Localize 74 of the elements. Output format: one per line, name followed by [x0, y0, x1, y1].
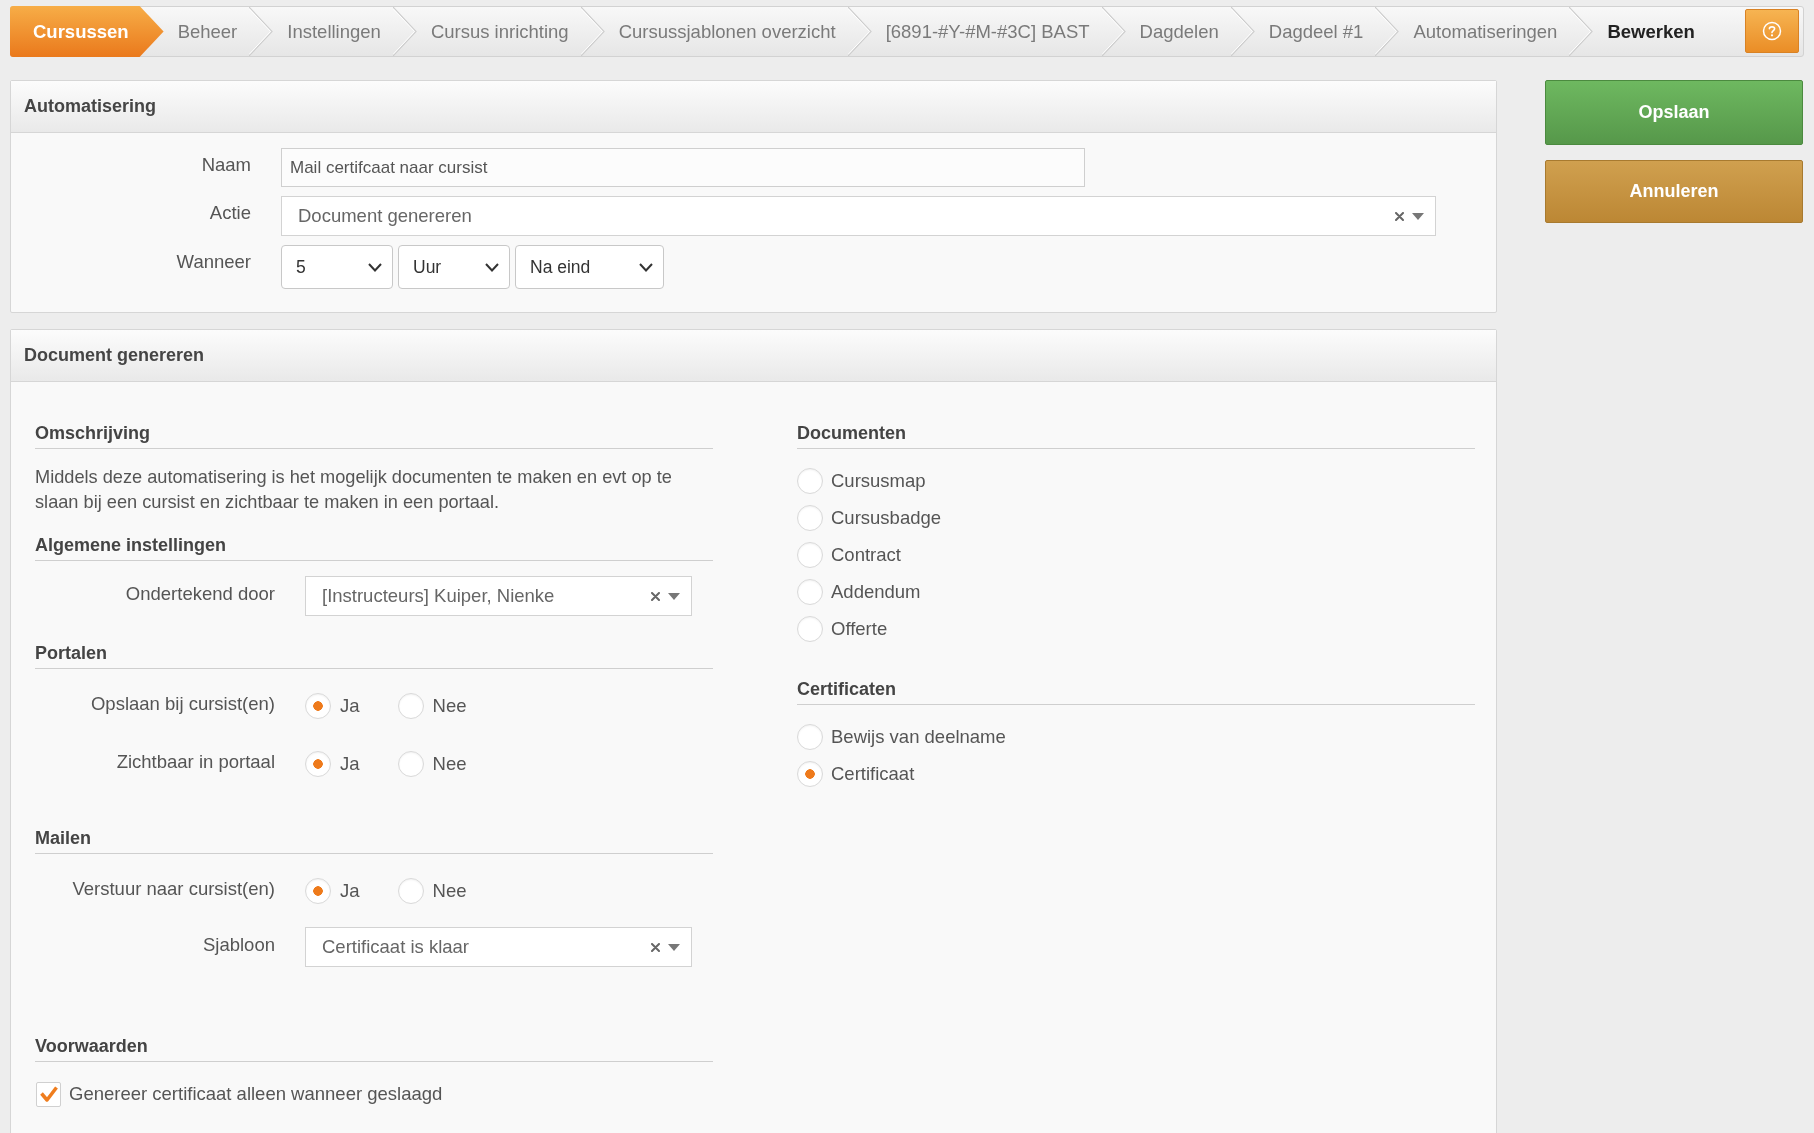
breadcrumb-link[interactable]: Cursussjablonen overzicht: [604, 7, 872, 56]
section-heading: Certificaten: [797, 679, 1475, 705]
field-label: Sjabloon: [202, 933, 275, 956]
radio-button[interactable]: [797, 467, 823, 494]
radio-label[interactable]: Addendum: [831, 580, 921, 603]
caret-down-icon: [1412, 212, 1424, 220]
radio-label[interactable]: Offerte: [831, 617, 888, 640]
radio-label[interactable]: Contract: [831, 543, 901, 566]
breadcrumb-link[interactable]: Dagdelen: [1125, 7, 1255, 56]
radio-label[interactable]: Bewijs van deelname: [831, 725, 1006, 748]
breadcrumb-link[interactable]: Dagdeel #1: [1254, 7, 1400, 56]
radio-button[interactable]: [397, 693, 424, 719]
field-label: Naam: [200, 153, 251, 177]
section-heading: Documenten: [797, 423, 1475, 449]
select-field[interactable]: Na eind: [515, 245, 664, 289]
radio-label[interactable]: Cursusbadge: [831, 506, 942, 529]
caret-down-icon: [668, 943, 680, 951]
panel-title: Document genereren: [11, 330, 1496, 382]
radio-label[interactable]: Ja: [340, 695, 360, 717]
dropdown-field[interactable]: [Instructeurs] Kuiper, Nienke: [305, 576, 692, 616]
breadcrumb-link[interactable]: Cursus inrichting: [416, 7, 605, 56]
radio-button[interactable]: [797, 615, 823, 642]
dropdown-field[interactable]: Document genereren: [281, 196, 1436, 236]
section-heading: Voorwaarden: [35, 1036, 713, 1062]
chevron-down-icon: [368, 262, 382, 272]
name-input[interactable]: Mail certifcaat naar cursist: [281, 148, 1085, 187]
section-heading: Mailen: [35, 828, 713, 854]
section-heading: Algemene instellingen: [35, 535, 713, 561]
field-label: Wanneer: [175, 250, 251, 274]
description-text: Middels deze automatisering is het mogelijk documenten te maken en evt op te slaan bij een cursist en zichtbaar te maken in een portaal.: [35, 466, 673, 514]
section-heading: Portalen: [35, 643, 713, 669]
radio-label[interactable]: Nee: [432, 753, 467, 775]
checkbox[interactable]: [36, 1081, 61, 1107]
breadcrumb-current[interactable]: Bewerken: [1593, 7, 1715, 56]
radio-button[interactable]: [305, 751, 331, 777]
radio-button[interactable]: [797, 578, 823, 605]
field-label: Actie: [208, 201, 251, 225]
radio-label[interactable]: Cursusmap: [831, 469, 926, 492]
radio-label[interactable]: Certificaat: [831, 762, 915, 785]
field-label: Zichtbaar in portaal: [115, 750, 275, 773]
radio-button[interactable]: [797, 541, 823, 568]
radio-label[interactable]: Ja: [340, 880, 360, 902]
field-label: Opslaan bij cursist(en): [89, 692, 275, 715]
help-button[interactable]: [1745, 9, 1799, 53]
select-field[interactable]: 5: [281, 245, 393, 289]
breadcrumb-link[interactable]: [6891-#Y-#M-#3C] BAST: [871, 7, 1126, 56]
radio-label[interactable]: Nee: [432, 695, 467, 717]
close-icon[interactable]: [1395, 211, 1404, 221]
check-icon: [39, 1086, 58, 1102]
chevron-down-icon: [639, 262, 653, 272]
select-field[interactable]: Uur: [398, 245, 510, 289]
radio-button[interactable]: [797, 760, 823, 787]
radio-button[interactable]: [397, 751, 424, 777]
breadcrumb-link[interactable]: Automatiseringen: [1399, 7, 1594, 56]
radio-button[interactable]: [305, 878, 331, 904]
close-icon[interactable]: [651, 942, 660, 952]
close-icon[interactable]: [651, 591, 660, 601]
breadcrumb-link[interactable]: Beheer: [163, 7, 274, 56]
radio-button[interactable]: [797, 723, 823, 750]
dropdown-field[interactable]: Certificaat is klaar: [305, 927, 692, 967]
radio-label[interactable]: Nee: [432, 880, 467, 902]
section-heading: Omschrijving: [35, 423, 713, 449]
field-label: Verstuur naar cursist(en): [71, 877, 275, 900]
breadcrumb-link[interactable]: Instellingen: [273, 7, 417, 56]
radio-button[interactable]: [397, 878, 424, 904]
caret-down-icon: [668, 592, 680, 600]
radio-label[interactable]: Ja: [340, 753, 360, 775]
checkbox-label[interactable]: Genereer certificaat alleen wanneer geslaagd: [69, 1083, 443, 1105]
chevron-down-icon: [485, 262, 499, 272]
radio-button[interactable]: [797, 504, 823, 531]
help-icon: [1762, 21, 1782, 41]
panel-title: Automatisering: [11, 81, 1496, 133]
radio-button[interactable]: [305, 693, 331, 719]
field-label: Ondertekend door: [124, 582, 275, 605]
